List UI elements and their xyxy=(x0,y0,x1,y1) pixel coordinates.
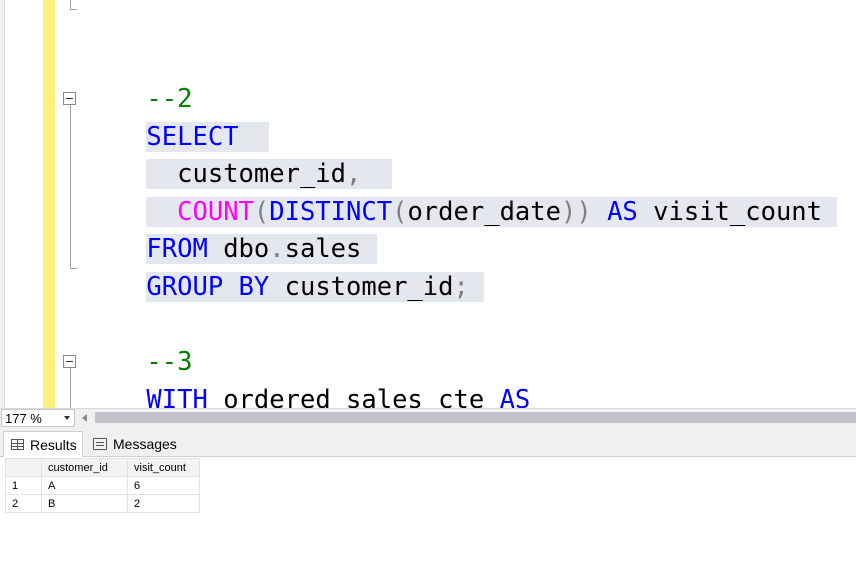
editor-left-margin xyxy=(0,0,5,408)
keyword-token: GROUP BY xyxy=(146,272,270,302)
operator-token: ; xyxy=(453,272,469,302)
results-grid[interactable]: customer_id visit_count 1 A 6 2 B 2 xyxy=(5,458,200,513)
table-row[interactable]: 1 A 6 xyxy=(5,476,200,495)
code-line-open-paren[interactable]: ( xyxy=(85,380,162,408)
zoom-value: 177 % xyxy=(5,411,42,426)
code-line-select[interactable]: SELECT xyxy=(85,80,270,152)
outline-guide xyxy=(70,105,71,269)
operator-token: ( xyxy=(392,197,408,227)
code-line-comment-2[interactable]: --2 xyxy=(85,42,192,114)
keyword-token: AS xyxy=(499,385,531,408)
outline-guide-end xyxy=(70,268,77,269)
messages-icon xyxy=(93,438,107,450)
tab-results-label: Results xyxy=(30,436,77,453)
code-line-with[interactable]: WITH ordered_sales_cte AS xyxy=(85,343,530,408)
grid-cell[interactable]: B xyxy=(41,494,128,513)
operator-token: )) xyxy=(560,197,592,227)
tab-messages-label: Messages xyxy=(113,436,177,452)
collapse-select-block-icon[interactable] xyxy=(63,92,76,105)
change-tracking-bar xyxy=(43,0,55,408)
selected-text: GROUP BY customer_id; xyxy=(146,272,485,302)
outline-guide xyxy=(70,368,71,408)
grid-cell[interactable]: 6 xyxy=(127,476,200,495)
code-line-customer-id[interactable]: customer_id, xyxy=(85,117,393,189)
keyword-token: AS xyxy=(607,197,638,227)
code-line-from[interactable]: FROM dbo.sales xyxy=(85,192,377,264)
identifier-token: customer_id xyxy=(284,272,454,302)
identifier-token: order_date xyxy=(407,197,561,227)
row-number[interactable]: 2 xyxy=(5,494,42,513)
outline-guide-end xyxy=(70,9,77,10)
identifier-token: visit_count xyxy=(653,197,823,227)
grid-corner-cell[interactable] xyxy=(5,458,42,477)
column-header-customer-id[interactable]: customer_id xyxy=(41,458,128,477)
tab-messages[interactable]: Messages xyxy=(86,431,180,457)
query-editor[interactable]: --2 SELECT customer_id, COUNT(DISTINCT(o… xyxy=(0,0,856,408)
collapse-with-block-icon[interactable] xyxy=(63,355,76,368)
row-number[interactable]: 1 xyxy=(5,476,42,495)
column-header-visit-count[interactable]: visit_count xyxy=(127,458,200,477)
results-pane: Results Messages customer_id visit_count… xyxy=(0,427,856,562)
horizontal-scrollbar-thumb[interactable] xyxy=(95,412,856,423)
grid-cell[interactable]: 2 xyxy=(127,494,200,513)
chevron-down-icon[interactable] xyxy=(64,416,70,420)
code-line-comment-3[interactable]: --3 xyxy=(85,305,192,377)
grid-icon xyxy=(11,439,24,450)
table-row[interactable]: 2 B 2 xyxy=(5,494,200,513)
tab-results[interactable]: Results xyxy=(3,431,83,457)
grid-cell[interactable]: A xyxy=(41,476,128,495)
zoom-dropdown[interactable]: 177 % xyxy=(1,409,75,427)
zoom-scroll-strip: 177 % xyxy=(0,408,856,427)
code-line-group-by[interactable]: GROUP BY customer_id; xyxy=(85,230,485,302)
code-line-count[interactable]: COUNT(DISTINCT(order_date)) AS visit_cou… xyxy=(85,155,838,227)
results-tabbar: Results Messages xyxy=(0,427,856,457)
identifier-token: ordered_sales_cte xyxy=(223,385,485,408)
grid-header-row: customer_id visit_count xyxy=(5,458,200,477)
scroll-left-arrow-icon[interactable] xyxy=(82,414,87,422)
